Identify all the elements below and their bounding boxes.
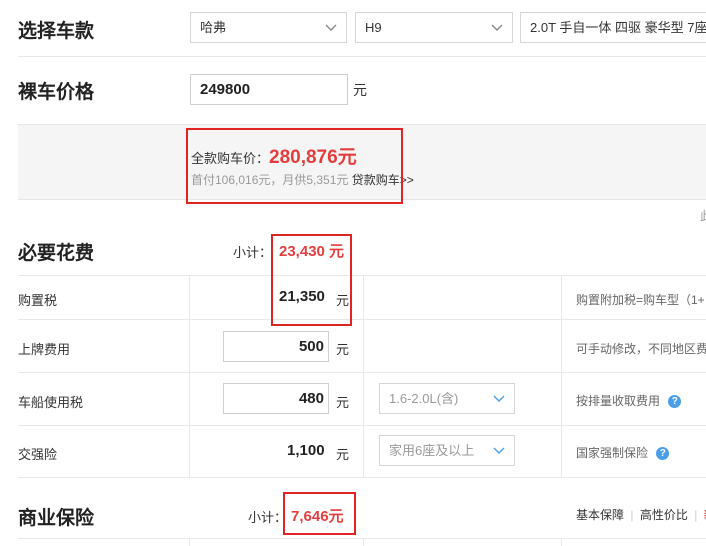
required-subtotal-label: 小计： bbox=[233, 245, 273, 260]
required-costs-title: 必要花费 bbox=[18, 243, 95, 264]
seat-type-select[interactable]: 家用6座及以上 bbox=[379, 435, 515, 466]
base-price-input[interactable]: 249800 bbox=[190, 74, 348, 105]
column-divider bbox=[189, 276, 190, 477]
displacement-select[interactable]: 1.6-2.0L(含) bbox=[379, 383, 515, 414]
purchase-tax-label: 购置税 bbox=[18, 293, 58, 308]
column-divider bbox=[189, 539, 190, 546]
displacement-select-value: 1.6-2.0L(含) bbox=[389, 391, 459, 406]
brand-select-value: 哈弗 bbox=[200, 20, 227, 35]
chevron-down-icon bbox=[491, 24, 503, 31]
highlight-box-commercial bbox=[283, 492, 356, 535]
compulsory-insurance-value: 1,100 bbox=[287, 442, 325, 459]
column-divider bbox=[363, 539, 364, 546]
vehicle-tax-unit: 元 bbox=[336, 395, 350, 410]
trim-select[interactable]: 2.0T 手自一体 四驱 豪华型 7座 bbox=[520, 12, 706, 43]
base-price-unit: 元 bbox=[353, 82, 367, 98]
commercial-insurance-title: 商业保险 bbox=[18, 508, 95, 529]
trim-select-value: 2.0T 手自一体 四驱 豪华型 7座 bbox=[530, 20, 706, 35]
column-divider bbox=[561, 276, 562, 477]
chevron-down-icon bbox=[325, 24, 337, 31]
registration-fee-label: 上牌费用 bbox=[18, 342, 71, 357]
compulsory-insurance-note: 国家强制保险 bbox=[576, 446, 649, 460]
divider bbox=[18, 275, 706, 276]
seat-type-select-value: 家用6座及以上 bbox=[389, 443, 475, 458]
help-icon[interactable]: ? bbox=[656, 447, 670, 461]
highlight-box-total bbox=[186, 128, 403, 204]
divider bbox=[18, 538, 706, 539]
base-price-title: 裸车价格 bbox=[18, 82, 95, 103]
edge-glyph: 此 bbox=[700, 207, 706, 224]
help-icon[interactable]: ? bbox=[668, 395, 682, 409]
registration-fee-note: 可手动修改，不同地区费 bbox=[576, 342, 706, 356]
vehicle-tax-input[interactable]: 480 bbox=[223, 383, 329, 414]
compulsory-insurance-note-wrap: 国家强制保险 ? bbox=[576, 444, 670, 461]
divider bbox=[18, 372, 706, 373]
divider bbox=[18, 56, 706, 57]
chevron-down-icon bbox=[493, 395, 505, 402]
divider bbox=[18, 425, 706, 426]
plan-tab-value[interactable]: 高性价比 bbox=[640, 508, 688, 522]
highlight-box-required bbox=[271, 234, 352, 326]
commercial-subtotal-label: 小计： bbox=[248, 510, 288, 525]
plan-tab-basic[interactable]: 基本保障 bbox=[576, 508, 624, 522]
divider bbox=[18, 319, 706, 320]
brand-select[interactable]: 哈弗 bbox=[190, 12, 347, 43]
column-divider bbox=[561, 539, 562, 546]
vehicle-tax-label: 车船使用税 bbox=[18, 395, 84, 410]
divider bbox=[18, 477, 706, 478]
vehicle-tax-note-wrap: 按排量收取费用 ? bbox=[576, 392, 682, 409]
registration-fee-input[interactable]: 500 bbox=[223, 331, 329, 362]
model-select[interactable]: H9 bbox=[355, 12, 513, 43]
purchase-tax-note: 购置附加税=购车型（1+ bbox=[576, 293, 705, 307]
vehicle-tax-note: 按排量收取费用 bbox=[576, 394, 661, 408]
compulsory-insurance-label: 交强险 bbox=[18, 447, 58, 462]
registration-fee-unit: 元 bbox=[336, 342, 350, 357]
chevron-down-icon bbox=[493, 447, 505, 454]
column-divider bbox=[363, 276, 364, 477]
model-select-value: H9 bbox=[365, 20, 382, 35]
insurance-plan-tabs: 基本保障 | 高性价比 | 新 bbox=[576, 506, 706, 523]
select-car-title: 选择车款 bbox=[18, 21, 95, 42]
compulsory-insurance-unit: 元 bbox=[336, 447, 350, 462]
